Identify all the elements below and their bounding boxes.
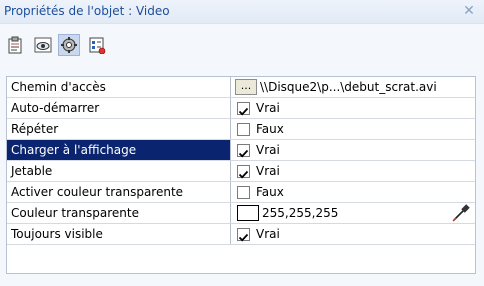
property-grid: Chemin d'accès ... \\Disque2\p...\debut_…	[6, 76, 476, 274]
checkbox[interactable]	[237, 123, 250, 136]
checkbox[interactable]	[237, 102, 250, 116]
window-title: Propriétés de l'objet : Video	[4, 4, 170, 18]
checkbox-label: Vrai	[256, 227, 280, 241]
property-row-load-on-display[interactable]: Charger à l'affichage Vrai	[7, 140, 475, 161]
property-name: Toujours visible	[7, 224, 231, 244]
checkbox[interactable]	[237, 144, 250, 158]
property-name: Couleur transparente	[7, 203, 231, 223]
checkmark-icon	[238, 149, 249, 158]
eye-tab-button[interactable]	[32, 34, 54, 56]
property-name: Répéter	[7, 119, 231, 139]
property-name: Jetable	[7, 161, 231, 181]
property-name: Activer couleur transparente	[7, 182, 231, 202]
clipboard-icon	[8, 36, 22, 54]
gear-tab-button[interactable]	[58, 34, 80, 56]
property-value: Vrai	[232, 98, 475, 118]
checkbox-label: Vrai	[256, 143, 280, 157]
property-name: Auto-démarrer	[7, 98, 231, 118]
checkbox[interactable]	[237, 186, 250, 199]
browse-button[interactable]: ...	[235, 79, 257, 95]
property-value: Faux	[232, 182, 475, 202]
property-row-path[interactable]: Chemin d'accès ... \\Disque2\p...\debut_…	[7, 77, 475, 98]
property-value: ... \\Disque2\p...\debut_scrat.avi	[232, 77, 475, 97]
checkbox[interactable]	[237, 228, 250, 242]
close-icon[interactable]: ✕	[460, 2, 478, 20]
title-bar: Propriétés de l'objet : Video ✕	[0, 0, 484, 24]
color-value: 255,255,255	[262, 206, 339, 220]
checkmark-icon	[238, 170, 249, 179]
color-swatch[interactable]	[237, 205, 259, 221]
eyedropper-icon[interactable]	[451, 204, 471, 222]
checkbox-label: Vrai	[256, 101, 280, 115]
property-name: Charger à l'affichage	[7, 140, 231, 160]
property-value: Vrai	[232, 140, 475, 160]
checkmark-icon	[238, 233, 249, 242]
property-row-autostart[interactable]: Auto-démarrer Vrai	[7, 98, 475, 119]
checkbox-label: Faux	[256, 122, 284, 136]
checkbox-label: Vrai	[256, 164, 280, 178]
property-row-transparent-color[interactable]: Couleur transparente 255,255,255	[7, 203, 475, 224]
checklist-tab-button[interactable]	[86, 34, 108, 56]
clipboard-tab-button[interactable]	[4, 34, 26, 56]
toolbar	[0, 24, 484, 66]
checklist-icon	[89, 37, 106, 54]
property-value: Faux	[232, 119, 475, 139]
checkbox-label: Faux	[256, 185, 284, 199]
checkmark-icon	[238, 107, 249, 116]
property-value: Vrai	[232, 224, 475, 244]
properties-window: Propriétés de l'objet : Video ✕ Chemin d…	[0, 0, 484, 286]
property-value: 255,255,255	[232, 203, 475, 223]
property-row-always-visible[interactable]: Toujours visible Vrai	[7, 224, 475, 245]
property-name: Chemin d'accès	[7, 77, 231, 97]
path-value: \\Disque2\p...\debut_scrat.avi	[260, 80, 437, 94]
property-row-enable-transparent-color[interactable]: Activer couleur transparente Faux	[7, 182, 475, 203]
property-value: Vrai	[232, 161, 475, 181]
property-row-repeat[interactable]: Répéter Faux	[7, 119, 475, 140]
eye-icon	[34, 37, 52, 53]
property-row-disposable[interactable]: Jetable Vrai	[7, 161, 475, 182]
gear-icon	[61, 37, 77, 53]
checkbox[interactable]	[237, 165, 250, 179]
